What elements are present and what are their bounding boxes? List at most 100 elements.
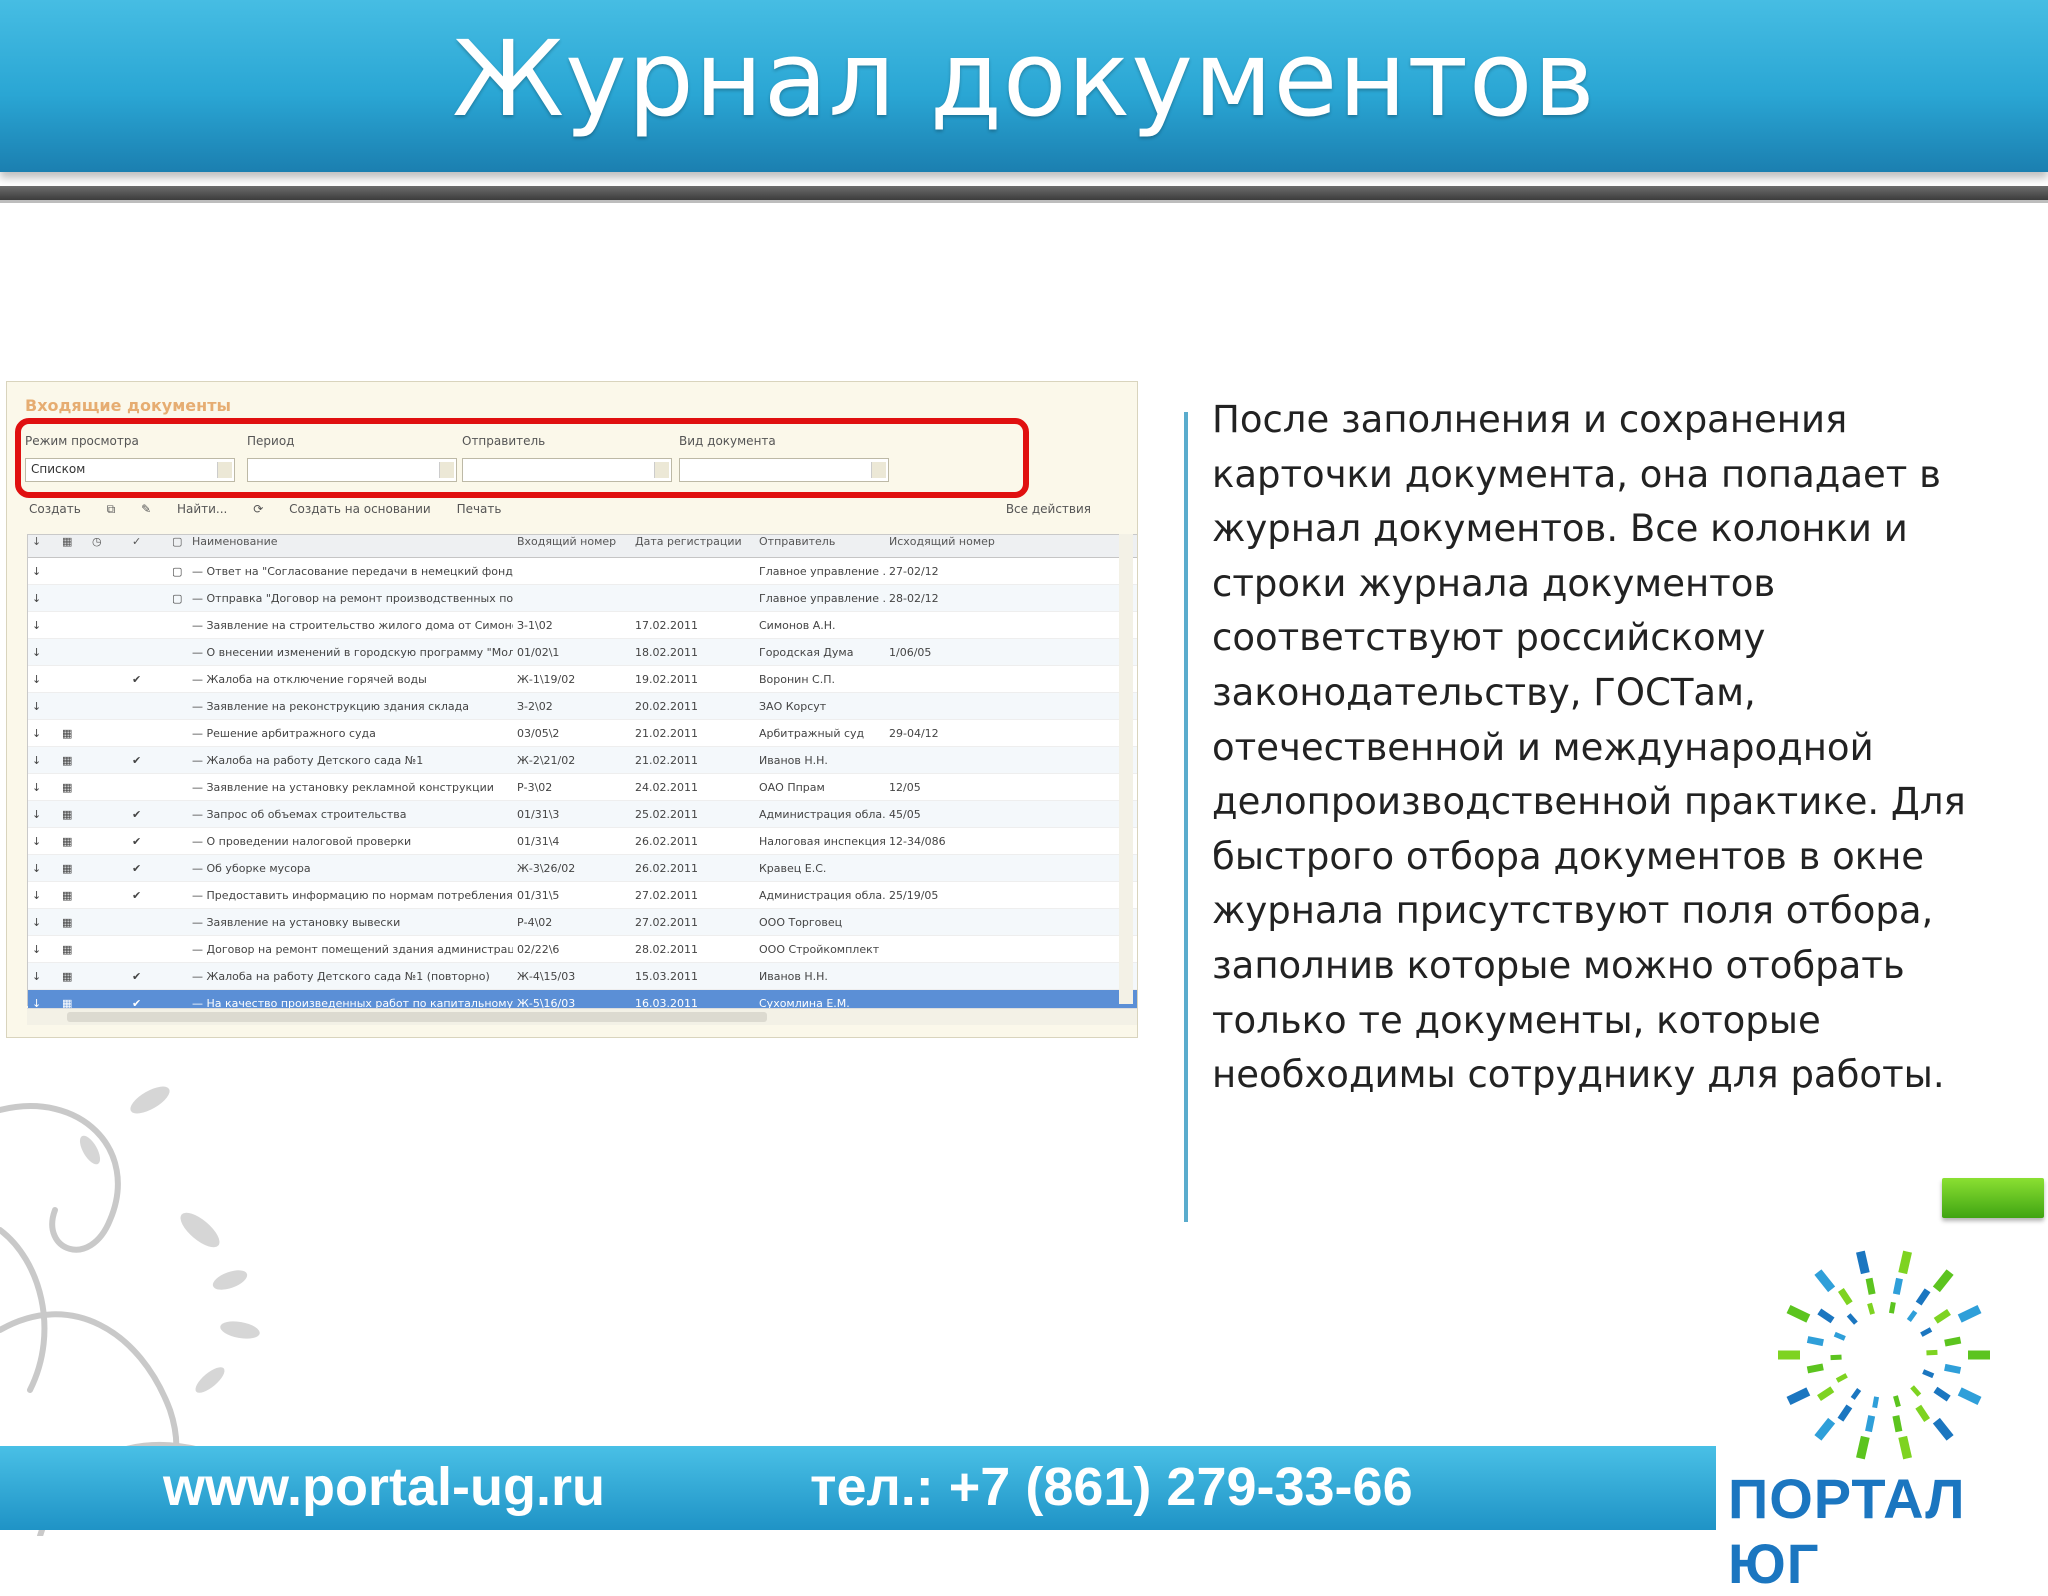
logo-dash bbox=[1922, 1369, 1935, 1379]
green-accent-tab bbox=[1942, 1178, 2044, 1218]
logo-dash bbox=[1944, 1363, 1962, 1374]
create-basis-button[interactable]: Создать на основании bbox=[285, 500, 435, 518]
cell-registration-date: 27.02.2011 bbox=[635, 888, 698, 902]
cell-incoming-number: 01/31\5 bbox=[517, 888, 560, 902]
cell-incoming-number: Ж-1\19/02 bbox=[517, 672, 576, 686]
logo-dash bbox=[1856, 1250, 1870, 1275]
slide-description: После заполнения и сохранения карточки д… bbox=[1212, 398, 1966, 1097]
table-row[interactable]: ↓ ▦ — Заявление на установку рекламной кон… bbox=[28, 774, 1137, 801]
refresh-icon[interactable]: ⟳ bbox=[249, 500, 267, 518]
arrow-icon: ↓ bbox=[32, 591, 42, 605]
arrow-icon: ↓ bbox=[32, 726, 42, 740]
copy-icon[interactable]: ⧉ bbox=[103, 500, 120, 519]
cell-registration-date: 26.02.2011 bbox=[635, 834, 698, 848]
table-row[interactable]: ↓ ▦ ✔ — О проведении налоговой проверки 01/3… bbox=[28, 828, 1137, 855]
cell-name: — Предоставить информацию по нормам потр… bbox=[192, 888, 513, 902]
vertical-scrollbar[interactable] bbox=[1119, 534, 1133, 1004]
cell-name: — Договор на ремонт помещений здания адм… bbox=[192, 942, 513, 956]
logo-dash bbox=[1817, 1308, 1835, 1324]
arrow-icon: ↓ bbox=[32, 888, 42, 902]
table-row[interactable]: ↓ — О внесении изменений в городскую прог… bbox=[28, 639, 1137, 666]
slide-header: Журнал документов bbox=[0, 0, 2048, 172]
table-row[interactable]: ↓ ▢ — Ответ на "Согласование передачи в не… bbox=[28, 558, 1137, 585]
table-row[interactable]: ↓ ▦ — Решение арбитражного суда 03/05\2 21.0… bbox=[28, 720, 1137, 747]
check-icon: ✔ bbox=[132, 807, 142, 821]
table-row[interactable]: ↓ ▦ ✔ — Жалоба на работу Детского сада №1 Ж-… bbox=[28, 747, 1137, 774]
table-row[interactable]: ↓ ▦ — Договор на ремонт помещений здания а… bbox=[28, 936, 1137, 963]
cell-sender: ООО Стройкомплект bbox=[759, 942, 880, 956]
horizontal-scrollbar[interactable] bbox=[27, 1008, 1137, 1025]
check-icon: ✔ bbox=[132, 672, 142, 686]
printer-col-icon: ▦ bbox=[62, 535, 73, 548]
check-icon: ✔ bbox=[132, 888, 142, 902]
cell-sender: Иванов Н.Н. bbox=[759, 753, 828, 767]
arrow-icon: ↓ bbox=[32, 807, 42, 821]
create-button[interactable]: Создать bbox=[25, 500, 85, 518]
cell-registration-date: 19.02.2011 bbox=[635, 672, 698, 686]
cell-incoming-number: З-1\02 bbox=[517, 618, 553, 632]
logo-dash bbox=[1872, 1396, 1880, 1409]
logo-dash bbox=[1806, 1336, 1824, 1347]
logo-dash bbox=[1968, 1350, 1990, 1360]
logo-dash bbox=[1932, 1269, 1954, 1293]
cell-incoming-number: 01/02\1 bbox=[517, 645, 560, 659]
cell-sender: Налоговая инспекция bbox=[759, 834, 885, 848]
cell-sender: Воронин С.П. bbox=[759, 672, 835, 686]
all-actions-button[interactable]: Все действия bbox=[1006, 502, 1091, 516]
check-icon: ✔ bbox=[132, 861, 142, 875]
table-row[interactable]: ↓ — Заявление на реконструкцию здания скл… bbox=[28, 693, 1137, 720]
status-col-icon: ↓ bbox=[32, 535, 42, 548]
check-col-icon: ✓ bbox=[132, 535, 142, 548]
cell-name: — Отправка "Договор на ремонт производст… bbox=[192, 591, 513, 605]
cell-outgoing-number: 1/06/05 bbox=[889, 645, 932, 659]
arrow-icon: ↓ bbox=[32, 753, 42, 767]
table-row[interactable]: ↓ ▦ — Заявление на установку вывески Р-4\02… bbox=[28, 909, 1137, 936]
cell-outgoing-number: 12/05 bbox=[889, 780, 921, 794]
arrow-icon: ↓ bbox=[32, 942, 42, 956]
table-row[interactable]: ↓ ▦ ✔ — Предоставить информацию по нормам п… bbox=[28, 882, 1137, 909]
table-row[interactable]: ↓ ✔ — Жалоба на отключение горячей воды Ж-1… bbox=[28, 666, 1137, 693]
col-outgoing-number[interactable]: Исходящий номер bbox=[885, 535, 1125, 557]
cell-sender: Арбитражный суд bbox=[759, 726, 865, 740]
table-row[interactable]: ↓ ▦ ✔ — Запрос об объемах строительства 01/3… bbox=[28, 801, 1137, 828]
logo-dash bbox=[1837, 1404, 1853, 1422]
cell-name: — Запрос об объемах строительства bbox=[192, 807, 407, 821]
table-row[interactable]: ↓ ▢ — Отправка "Договор на ремонт производ… bbox=[28, 585, 1137, 612]
cell-name: — Заявление на установку рекламной конст… bbox=[192, 780, 494, 794]
table-row[interactable]: ↓ ▦ ✔ — Об уборке мусора Ж-3\26/02 26.02.2011… bbox=[28, 855, 1137, 882]
portal-ug-logo-icon bbox=[1778, 1250, 1990, 1460]
arrow-icon: ↓ bbox=[32, 645, 42, 659]
col-name[interactable]: Наименование bbox=[188, 535, 513, 557]
table-row[interactable]: ↓ — Заявление на строительство жилого дом… bbox=[28, 612, 1137, 639]
doc-icon: ▢ bbox=[172, 591, 183, 605]
cell-registration-date: 21.02.2011 bbox=[635, 753, 698, 767]
logo-dash bbox=[1892, 1277, 1903, 1295]
logo-dash bbox=[1892, 1415, 1903, 1433]
col-incoming-number[interactable]: Входящий номер bbox=[513, 535, 631, 557]
cell-incoming-number: З-2\02 bbox=[517, 699, 553, 713]
cell-name: — Жалоба на работу Детского сада №1 bbox=[192, 753, 424, 767]
cell-incoming-number: Р-4\02 bbox=[517, 915, 553, 929]
cell-registration-date: 15.03.2011 bbox=[635, 969, 698, 983]
logo-dash bbox=[1920, 1327, 1933, 1337]
logo-dash bbox=[1865, 1277, 1876, 1295]
logo-dash bbox=[1830, 1354, 1842, 1361]
cell-registration-date: 27.02.2011 bbox=[635, 915, 698, 929]
website-link[interactable]: www.portal-ug.ru bbox=[163, 1456, 605, 1518]
find-button[interactable]: Найти... bbox=[173, 500, 231, 518]
cell-outgoing-number: 27-02/12 bbox=[889, 564, 939, 578]
arrow-icon: ↓ bbox=[32, 672, 42, 686]
table-row[interactable]: ↓ ▦ ✔ — Жалоба на работу Детского сада №1 (… bbox=[28, 963, 1137, 990]
cell-sender: ЗАО Корсут bbox=[759, 699, 827, 713]
col-sender[interactable]: Отправитель bbox=[755, 535, 885, 557]
cell-incoming-number: 01/31\4 bbox=[517, 834, 560, 848]
printer-icon: ▦ bbox=[62, 888, 73, 902]
cell-name: — Ответ на "Согласование передачи в неме… bbox=[192, 564, 513, 578]
table-header: ↓ ▦ ◷ ✓ ▢ Наименование Входящий номер Да… bbox=[28, 535, 1137, 558]
logo-dash bbox=[1944, 1336, 1962, 1347]
scroll-thumb[interactable] bbox=[67, 1012, 767, 1022]
edit-icon[interactable]: ✎ bbox=[137, 500, 155, 518]
col-registration-date[interactable]: Дата регистрации bbox=[631, 535, 755, 557]
cell-incoming-number: Р-3\02 bbox=[517, 780, 553, 794]
print-button[interactable]: Печать bbox=[453, 500, 506, 518]
